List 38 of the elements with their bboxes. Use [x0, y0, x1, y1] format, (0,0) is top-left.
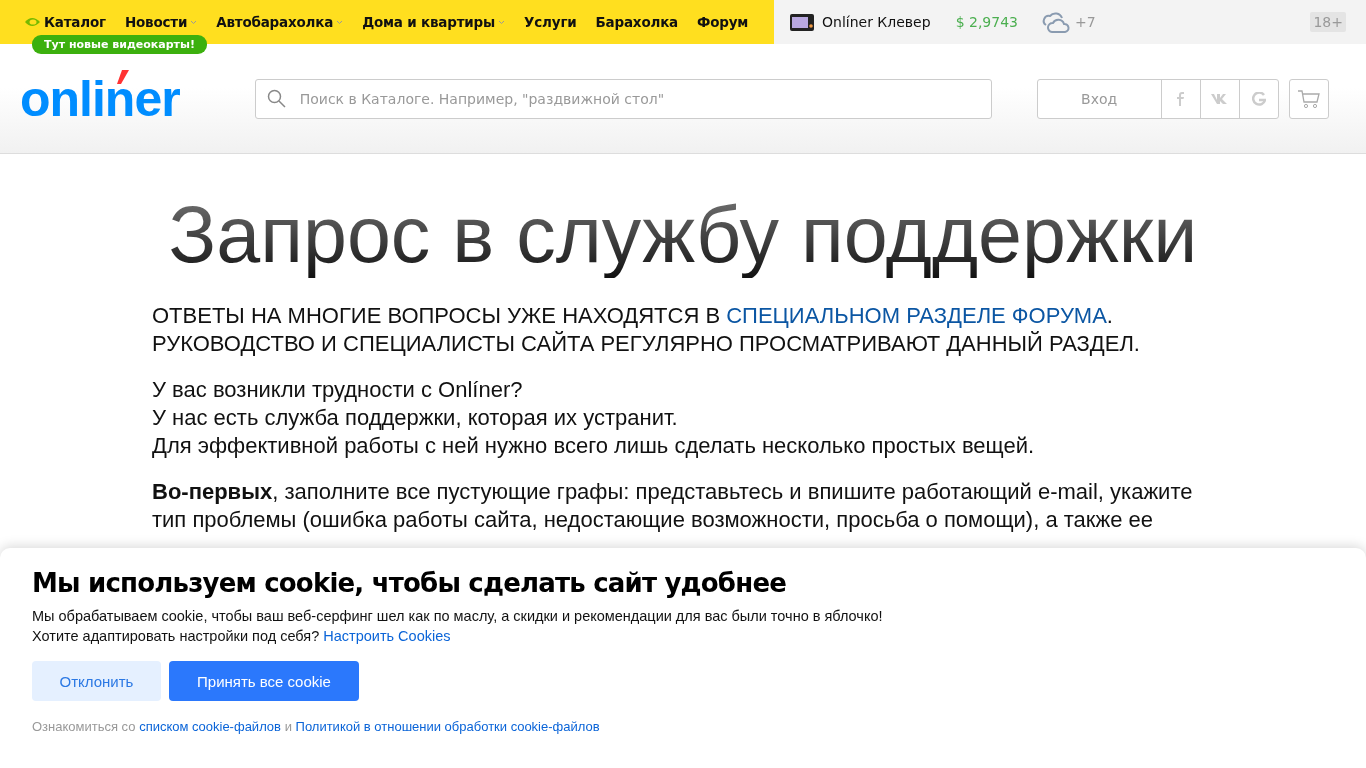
intro-text: У нас есть служба поддержки, которая их устранит. — [152, 404, 679, 432]
nav-link[interactable]: Услуги — [524, 14, 577, 30]
cookie-list-link[interactable]: списком cookie-файлов — [139, 719, 281, 734]
google-icon — [1251, 91, 1266, 106]
chevron-icon — [498, 19, 506, 25]
eye-logo-icon — [24, 16, 41, 28]
logo[interactable]: onliner — [20, 73, 180, 124]
forum-link[interactable]: СПЕЦИАЛЬНОМ РАЗДЕЛЕ ФОРУМА — [726, 303, 1107, 328]
cookie-question: Хотите адаптировать настройки под себя? — [32, 628, 320, 644]
chevron-icon — [190, 19, 198, 25]
reject-button[interactable]: Отклонить — [32, 661, 161, 701]
vk-icon — [1210, 93, 1229, 104]
chevron-icon — [336, 19, 344, 25]
nav-link[interactable]: Каталог — [24, 14, 106, 30]
promo-link[interactable]: Onlíner Клевер — [790, 13, 931, 31]
cookie-footer-text: и — [284, 719, 292, 734]
step-paragraph: Во-первых, заполните все пустующие графы: представьтесь и впишите работающий e-mail, укажите тип проблемы (ошибка работы сайта, недостающие возможности, просьба о помощи), а также ее — [152, 478, 1194, 534]
intro-text: Для эффективной работы с ней нужно всего лишь сделать несколько простых вещей. — [152, 432, 1036, 460]
notice-text: ОТВЕТЫ НА МНОГИЕ ВОПРОСЫ УЖЕ НАХОДЯТСЯ В СПЕЦИАЛЬНОМ РАЗДЕЛЕ ФОРУМА. — [152, 303, 1113, 328]
nav-link[interactable]: Автобарахолка — [216, 14, 344, 30]
card-icon — [790, 13, 814, 31]
intro-text: У вас возникли трудности с Onlíner? — [152, 376, 524, 404]
cookie-title: Мы используем cookie, чтобы сделать сайт удобнее — [32, 568, 788, 598]
cookie-settings-link[interactable]: Настроить Cookies — [323, 628, 451, 644]
search-field[interactable]: Поиск в Каталоге. Например, "раздвижной стол" — [254, 78, 992, 119]
nav-link[interactable]: Форум — [697, 14, 749, 30]
cookie-footer-text: Ознакомиться со — [32, 719, 136, 734]
facebook-icon — [1177, 91, 1185, 106]
nav-link[interactable]: Дома и квартиры — [362, 14, 506, 30]
age-rating: 18+ — [1310, 12, 1346, 32]
accept-button[interactable]: Принять все cookie — [169, 661, 359, 701]
nav-link[interactable]: Барахолка — [595, 14, 679, 30]
cookie-policy-link[interactable]: Политикой в отношении обработки cookie-файлов — [295, 719, 600, 734]
nav-link[interactable]: Новости — [124, 14, 198, 30]
cart-icon — [1297, 88, 1320, 109]
notice-text: РУКОВОДСТВО И СПЕЦИАЛИСТЫ САЙТА РЕГУЛЯРНО ПРОСМАТРИВАЮТ ДАННЫЙ РАЗДЕЛ. — [152, 331, 1140, 356]
cookie-text: Мы обрабатываем cookie, чтобы ваш веб-серфинг шел как по маслу, а скидки и рекомендации для вас были точно в яблочко! — [32, 607, 884, 626]
cart-button[interactable] — [1288, 78, 1329, 119]
